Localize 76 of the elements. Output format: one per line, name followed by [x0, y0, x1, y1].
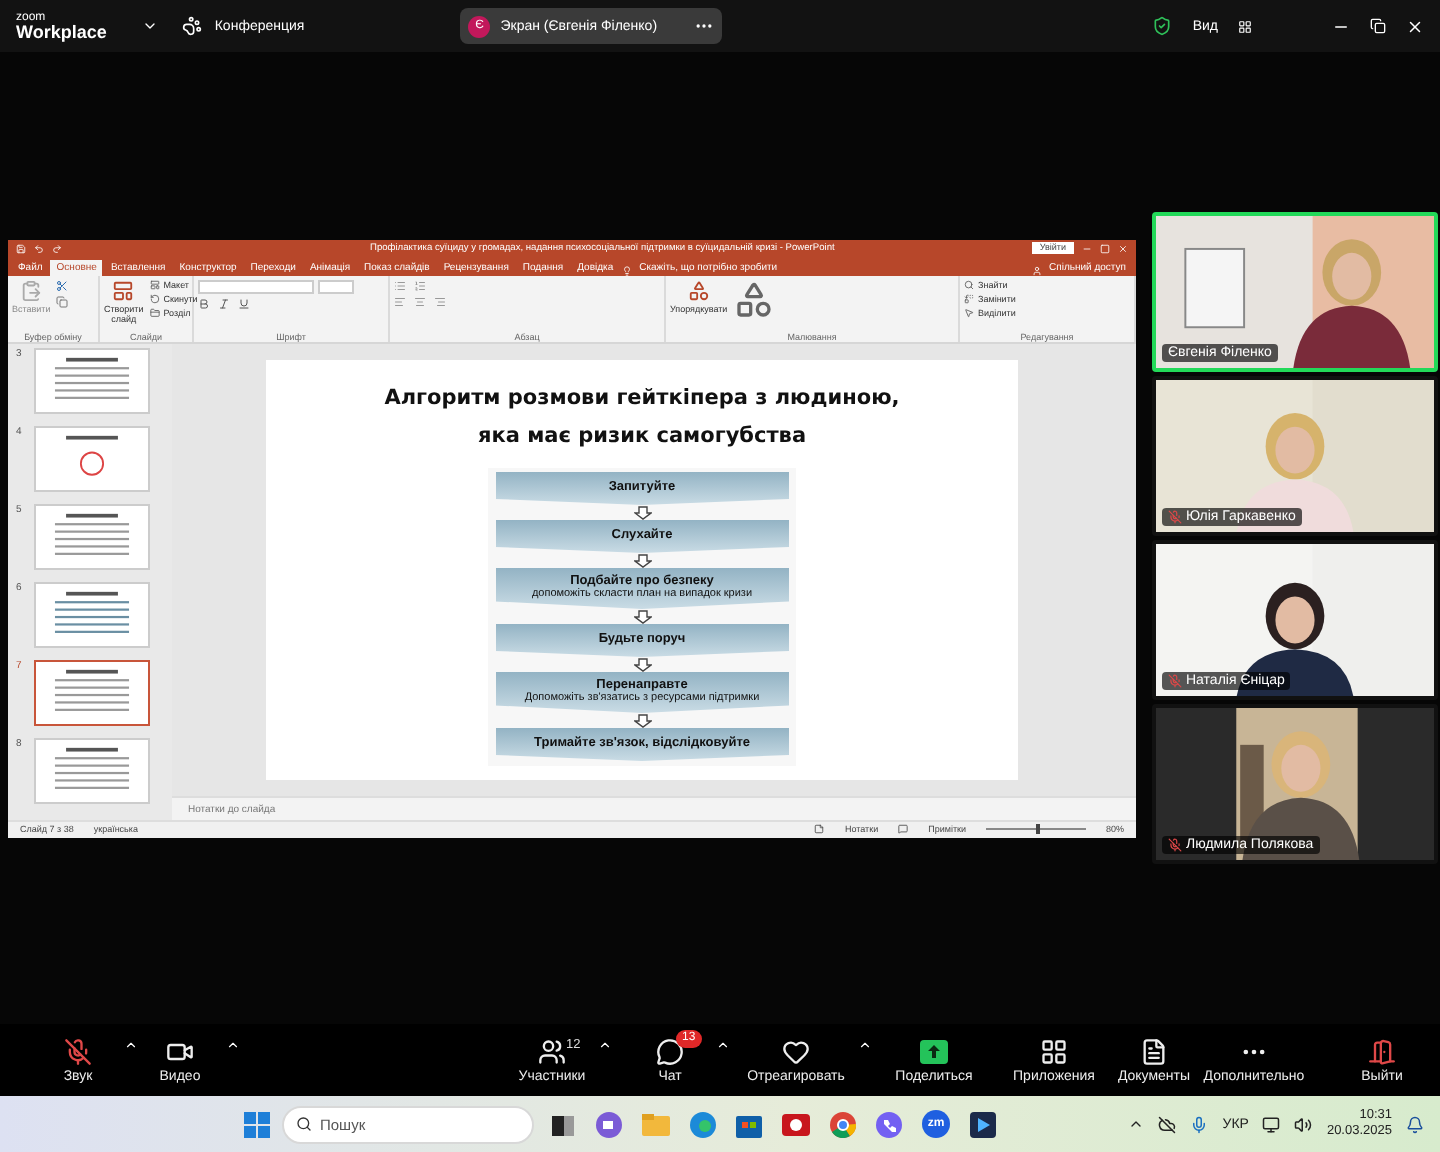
slide-title: яка має ризик самогубства: [477, 421, 807, 451]
down-arrow-icon: [633, 609, 651, 623]
bell-icon[interactable]: [1406, 1115, 1424, 1133]
slide-thumbnail[interactable]: [34, 659, 150, 725]
chevron-up-icon[interactable]: [1128, 1116, 1145, 1132]
mic-icon[interactable]: [1190, 1115, 1209, 1133]
redo-icon[interactable]: [52, 243, 62, 253]
document-icon: [1140, 1037, 1168, 1065]
clipboard-icon: [20, 279, 43, 301]
caret-icon[interactable]: [226, 1037, 240, 1051]
cloud-off-icon[interactable]: [1158, 1115, 1177, 1133]
comment-icon: [898, 824, 909, 834]
participants-icon: [538, 1037, 566, 1065]
underline-icon[interactable]: [238, 297, 250, 309]
shapes-gallery-icon[interactable]: [733, 279, 774, 319]
down-arrow-icon: [633, 553, 651, 567]
caret-icon[interactable]: [716, 1037, 730, 1051]
media-app-icon[interactable]: [970, 1111, 996, 1137]
apps-icon: [1040, 1037, 1068, 1065]
store-icon[interactable]: [736, 1111, 762, 1137]
caret-icon[interactable]: [124, 1037, 138, 1051]
windows-start-icon[interactable]: [244, 1111, 270, 1137]
slide-thumbnail[interactable]: [34, 503, 150, 569]
notes-icon: [814, 824, 825, 834]
align-center-icon[interactable]: [414, 295, 426, 307]
slide-thumbnail[interactable]: [34, 425, 150, 491]
chat-icon: [656, 1037, 684, 1065]
caret-icon[interactable]: [598, 1037, 612, 1051]
monitor-icon[interactable]: [1262, 1115, 1281, 1133]
search-icon: [964, 279, 974, 289]
video-app-icon[interactable]: [596, 1111, 622, 1137]
layout-icon: [149, 279, 160, 289]
replace-icon: [964, 293, 974, 303]
numbering-icon[interactable]: [414, 279, 426, 291]
reader-icon[interactable]: [782, 1111, 810, 1137]
slide-thumbnail[interactable]: [34, 581, 150, 647]
folder-icon: [149, 307, 160, 317]
save-icon[interactable]: [16, 243, 26, 253]
italic-icon[interactable]: [218, 297, 230, 309]
down-arrow-icon: [633, 505, 651, 519]
pointer-icon: [964, 307, 974, 317]
share-screen-icon: [920, 1037, 948, 1065]
browser-icon[interactable]: [690, 1111, 716, 1137]
bullets-icon[interactable]: [394, 279, 406, 291]
slide-thumbnail[interactable]: [34, 347, 150, 413]
phone-app-icon[interactable]: [876, 1111, 902, 1137]
chevron-down-icon[interactable]: [142, 18, 159, 34]
align-left-icon[interactable]: [394, 295, 406, 307]
copy-icon[interactable]: [56, 295, 69, 307]
restore-icon[interactable]: [1370, 18, 1386, 34]
reset-icon: [149, 293, 160, 303]
speaker-icon[interactable]: [1294, 1115, 1313, 1133]
caret-icon[interactable]: [858, 1037, 872, 1051]
chrome-icon[interactable]: [830, 1111, 856, 1137]
undo-icon[interactable]: [34, 243, 44, 253]
shield-icon: [1152, 16, 1173, 36]
cut-icon[interactable]: [56, 279, 69, 291]
font-size-field[interactable]: [318, 279, 354, 293]
search-icon: [296, 1116, 312, 1132]
down-arrow-icon: [633, 713, 651, 727]
down-arrow-icon: [633, 657, 651, 671]
grid-icon: [1238, 19, 1252, 33]
font-name-field[interactable]: [198, 279, 314, 293]
exit-door-icon: [1368, 1037, 1396, 1065]
align-right-icon[interactable]: [434, 295, 446, 307]
close-icon[interactable]: [1406, 17, 1424, 35]
heart-icon: [782, 1037, 810, 1065]
layout-icon: [112, 279, 135, 301]
task-view-icon[interactable]: [550, 1111, 576, 1137]
maximize-icon[interactable]: [1100, 243, 1110, 253]
slide-thumbnail[interactable]: [34, 737, 150, 803]
slide-title: Алгоритм розмови гейткіпера з людиною,: [384, 383, 900, 413]
bold-icon[interactable]: [198, 297, 210, 309]
shapes-icon: [687, 279, 710, 301]
slider-thumb[interactable]: [1035, 824, 1040, 834]
paw-icon: [182, 16, 203, 36]
